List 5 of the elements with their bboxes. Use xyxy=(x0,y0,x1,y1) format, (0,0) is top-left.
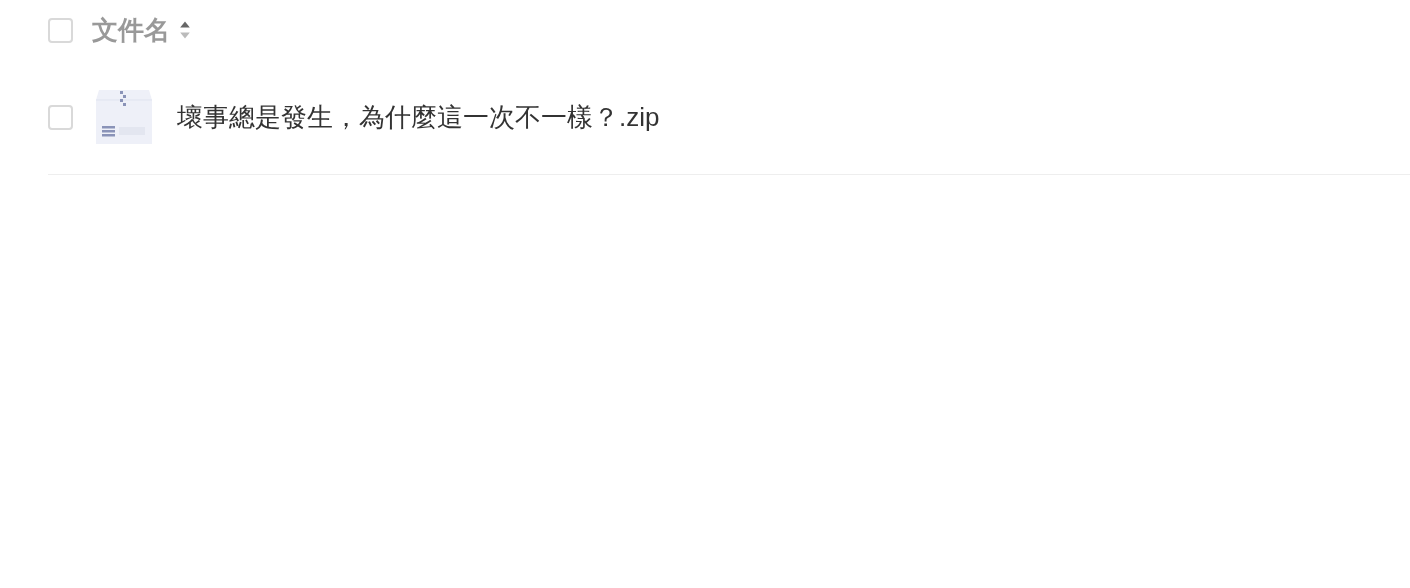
archive-file-icon xyxy=(95,88,153,146)
checkbox[interactable] xyxy=(48,17,73,43)
checkbox[interactable] xyxy=(48,104,73,130)
file-name[interactable]: 壞事總是發生，為什麼這一次不一樣？.zip xyxy=(177,99,660,135)
sort-icon[interactable] xyxy=(179,19,191,41)
